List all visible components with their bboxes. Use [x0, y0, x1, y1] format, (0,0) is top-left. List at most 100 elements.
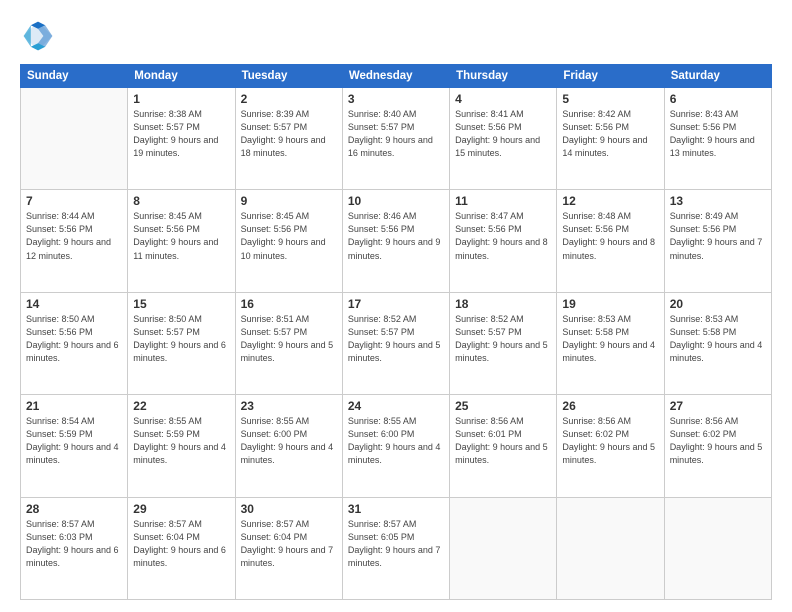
day-info: Sunrise: 8:55 AMSunset: 6:00 PMDaylight:…: [241, 415, 337, 467]
day-number: 10: [348, 194, 444, 208]
day-info: Sunrise: 8:55 AMSunset: 5:59 PMDaylight:…: [133, 415, 229, 467]
day-number: 5: [562, 92, 658, 106]
day-number: 13: [670, 194, 766, 208]
calendar-cell: 6 Sunrise: 8:43 AMSunset: 5:56 PMDaylight…: [664, 88, 771, 190]
day-info: Sunrise: 8:40 AMSunset: 5:57 PMDaylight:…: [348, 108, 444, 160]
calendar-cell: 30 Sunrise: 8:57 AMSunset: 6:04 PMDayligh…: [235, 497, 342, 599]
day-number: 2: [241, 92, 337, 106]
calendar-cell: 8 Sunrise: 8:45 AMSunset: 5:56 PMDaylight…: [128, 190, 235, 292]
calendar-week-3: 21 Sunrise: 8:54 AMSunset: 5:59 PMDayligh…: [21, 395, 772, 497]
day-info: Sunrise: 8:44 AMSunset: 5:56 PMDaylight:…: [26, 210, 122, 262]
day-number: 1: [133, 92, 229, 106]
day-info: Sunrise: 8:54 AMSunset: 5:59 PMDaylight:…: [26, 415, 122, 467]
day-number: 4: [455, 92, 551, 106]
day-info: Sunrise: 8:51 AMSunset: 5:57 PMDaylight:…: [241, 313, 337, 365]
calendar-cell: [21, 88, 128, 190]
weekday-header-tuesday: Tuesday: [235, 65, 342, 88]
weekday-header-row: SundayMondayTuesdayWednesdayThursdayFrid…: [21, 65, 772, 88]
day-number: 19: [562, 297, 658, 311]
day-number: 6: [670, 92, 766, 106]
calendar-cell: 22 Sunrise: 8:55 AMSunset: 5:59 PMDayligh…: [128, 395, 235, 497]
day-info: Sunrise: 8:57 AMSunset: 6:04 PMDaylight:…: [241, 518, 337, 570]
day-info: Sunrise: 8:56 AMSunset: 6:01 PMDaylight:…: [455, 415, 551, 467]
calendar-cell: 16 Sunrise: 8:51 AMSunset: 5:57 PMDayligh…: [235, 292, 342, 394]
calendar-cell: 20 Sunrise: 8:53 AMSunset: 5:58 PMDayligh…: [664, 292, 771, 394]
calendar-cell: 24Sunrise: 8:55 AMSunset: 6:00 PMDayligh…: [342, 395, 449, 497]
calendar-cell: 25 Sunrise: 8:56 AMSunset: 6:01 PMDayligh…: [450, 395, 557, 497]
logo-icon: [20, 18, 56, 54]
day-number: 8: [133, 194, 229, 208]
day-info: Sunrise: 8:47 AMSunset: 5:56 PMDaylight:…: [455, 210, 551, 262]
calendar-cell: 18Sunrise: 8:52 AMSunset: 5:57 PMDayligh…: [450, 292, 557, 394]
calendar-cell: 26 Sunrise: 8:56 AMSunset: 6:02 PMDayligh…: [557, 395, 664, 497]
header: [20, 18, 772, 54]
day-number: 15: [133, 297, 229, 311]
day-number: 11: [455, 194, 551, 208]
calendar-cell: 29 Sunrise: 8:57 AMSunset: 6:04 PMDayligh…: [128, 497, 235, 599]
calendar-cell: 11 Sunrise: 8:47 AMSunset: 5:56 PMDayligh…: [450, 190, 557, 292]
day-number: 26: [562, 399, 658, 413]
day-info: Sunrise: 8:48 AMSunset: 5:56 PMDaylight:…: [562, 210, 658, 262]
weekday-header-thursday: Thursday: [450, 65, 557, 88]
weekday-header-monday: Monday: [128, 65, 235, 88]
day-number: 9: [241, 194, 337, 208]
day-number: 21: [26, 399, 122, 413]
day-info: Sunrise: 8:50 AMSunset: 5:57 PMDaylight:…: [133, 313, 229, 365]
day-number: 24: [348, 399, 444, 413]
day-number: 25: [455, 399, 551, 413]
calendar-cell: 13 Sunrise: 8:49 AMSunset: 5:56 PMDayligh…: [664, 190, 771, 292]
day-number: 29: [133, 502, 229, 516]
day-info: Sunrise: 8:57 AMSunset: 6:04 PMDaylight:…: [133, 518, 229, 570]
day-info: Sunrise: 8:39 AMSunset: 5:57 PMDaylight:…: [241, 108, 337, 160]
calendar-week-1: 7Sunrise: 8:44 AMSunset: 5:56 PMDaylight…: [21, 190, 772, 292]
day-number: 23: [241, 399, 337, 413]
day-number: 22: [133, 399, 229, 413]
weekday-header-sunday: Sunday: [21, 65, 128, 88]
day-number: 20: [670, 297, 766, 311]
calendar-cell: 27 Sunrise: 8:56 AMSunset: 6:02 PMDayligh…: [664, 395, 771, 497]
calendar-cell: 17 Sunrise: 8:52 AMSunset: 5:57 PMDayligh…: [342, 292, 449, 394]
calendar-cell: 5 Sunrise: 8:42 AMSunset: 5:56 PMDaylight…: [557, 88, 664, 190]
day-info: Sunrise: 8:52 AMSunset: 5:57 PMDaylight:…: [348, 313, 444, 365]
day-info: Sunrise: 8:42 AMSunset: 5:56 PMDaylight:…: [562, 108, 658, 160]
day-info: Sunrise: 8:56 AMSunset: 6:02 PMDaylight:…: [562, 415, 658, 467]
day-number: 27: [670, 399, 766, 413]
day-info: Sunrise: 8:45 AMSunset: 5:56 PMDaylight:…: [241, 210, 337, 262]
calendar-cell: 31 Sunrise: 8:57 AMSunset: 6:05 PMDayligh…: [342, 497, 449, 599]
day-number: 30: [241, 502, 337, 516]
day-info: Sunrise: 8:57 AMSunset: 6:03 PMDaylight:…: [26, 518, 122, 570]
day-info: Sunrise: 8:52 AMSunset: 5:57 PMDaylight:…: [455, 313, 551, 365]
weekday-header-saturday: Saturday: [664, 65, 771, 88]
day-number: 16: [241, 297, 337, 311]
calendar-table: SundayMondayTuesdayWednesdayThursdayFrid…: [20, 64, 772, 600]
calendar-week-2: 14 Sunrise: 8:50 AMSunset: 5:56 PMDayligh…: [21, 292, 772, 394]
calendar-cell: [557, 497, 664, 599]
day-info: Sunrise: 8:45 AMSunset: 5:56 PMDaylight:…: [133, 210, 229, 262]
day-info: Sunrise: 8:57 AMSunset: 6:05 PMDaylight:…: [348, 518, 444, 570]
day-info: Sunrise: 8:46 AMSunset: 5:56 PMDaylight:…: [348, 210, 444, 262]
calendar-cell: 7Sunrise: 8:44 AMSunset: 5:56 PMDaylight…: [21, 190, 128, 292]
calendar-week-4: 28 Sunrise: 8:57 AMSunset: 6:03 PMDayligh…: [21, 497, 772, 599]
day-info: Sunrise: 8:53 AMSunset: 5:58 PMDaylight:…: [562, 313, 658, 365]
day-info: Sunrise: 8:43 AMSunset: 5:56 PMDaylight:…: [670, 108, 766, 160]
day-number: 31: [348, 502, 444, 516]
day-number: 28: [26, 502, 122, 516]
day-info: Sunrise: 8:50 AMSunset: 5:56 PMDaylight:…: [26, 313, 122, 365]
day-number: 12: [562, 194, 658, 208]
day-info: Sunrise: 8:49 AMSunset: 5:56 PMDaylight:…: [670, 210, 766, 262]
calendar-cell: 15 Sunrise: 8:50 AMSunset: 5:57 PMDayligh…: [128, 292, 235, 394]
day-number: 17: [348, 297, 444, 311]
calendar-cell: 14 Sunrise: 8:50 AMSunset: 5:56 PMDayligh…: [21, 292, 128, 394]
calendar-cell: 23 Sunrise: 8:55 AMSunset: 6:00 PMDayligh…: [235, 395, 342, 497]
day-info: Sunrise: 8:53 AMSunset: 5:58 PMDaylight:…: [670, 313, 766, 365]
calendar-cell: 10 Sunrise: 8:46 AMSunset: 5:56 PMDayligh…: [342, 190, 449, 292]
day-info: Sunrise: 8:38 AMSunset: 5:57 PMDaylight:…: [133, 108, 229, 160]
day-info: Sunrise: 8:56 AMSunset: 6:02 PMDaylight:…: [670, 415, 766, 467]
logo: [20, 18, 60, 54]
day-number: 14: [26, 297, 122, 311]
calendar-cell: [450, 497, 557, 599]
day-info: Sunrise: 8:41 AMSunset: 5:56 PMDaylight:…: [455, 108, 551, 160]
calendar-cell: 12 Sunrise: 8:48 AMSunset: 5:56 PMDayligh…: [557, 190, 664, 292]
day-number: 3: [348, 92, 444, 106]
page: SundayMondayTuesdayWednesdayThursdayFrid…: [0, 0, 792, 612]
